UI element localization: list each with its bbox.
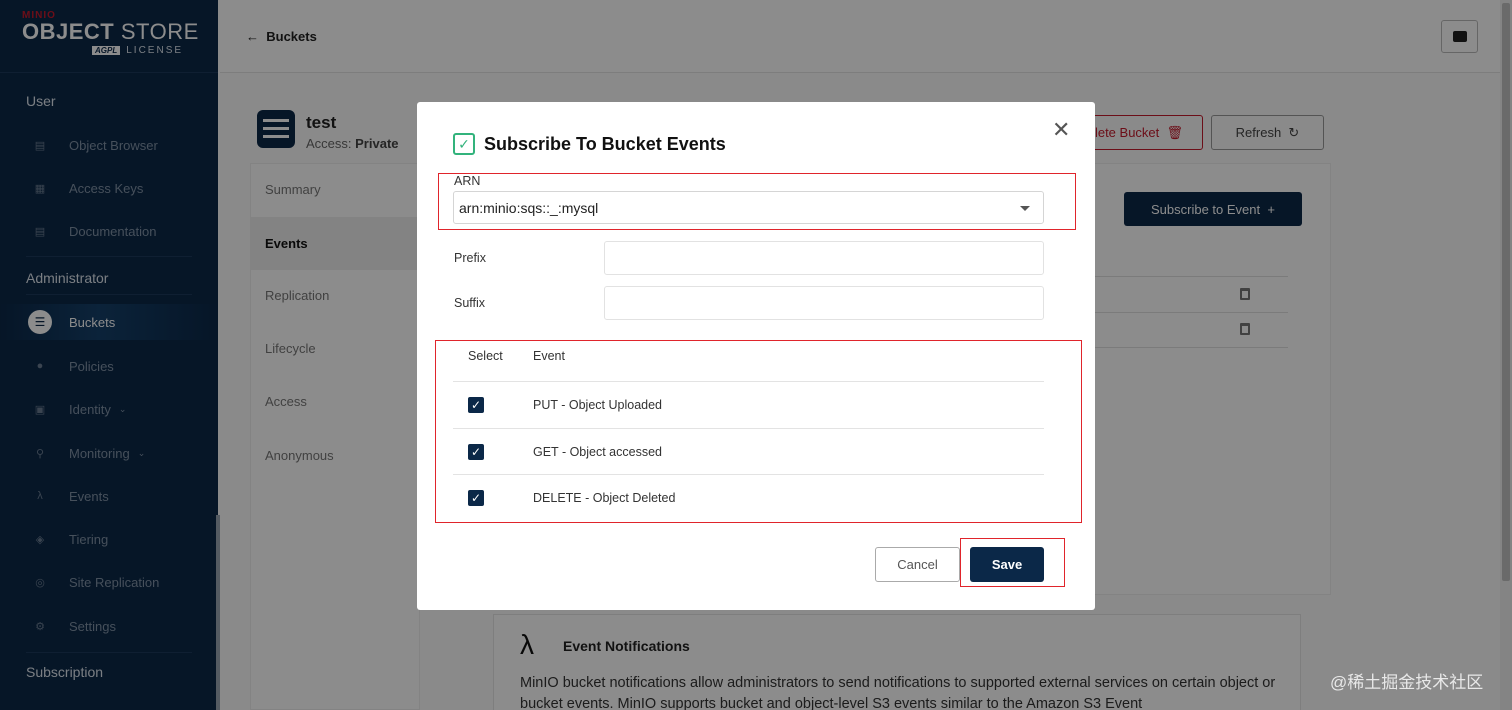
checkbox-get[interactable]: ✓ <box>468 444 484 460</box>
arn-select[interactable]: arn:minio:sqs::_:mysql <box>453 191 1044 224</box>
event-delete-label: DELETE - Object Deleted <box>533 491 676 505</box>
close-icon[interactable]: ✕ <box>1052 117 1070 143</box>
modal-title: Subscribe To Bucket Events <box>484 134 726 154</box>
suffix-label: Suffix <box>454 296 486 310</box>
event-put-label: PUT - Object Uploaded <box>533 398 662 412</box>
subscribe-events-modal: ✓ Subscribe To Bucket Events ✕ ARN arn:m… <box>417 102 1095 610</box>
event-get-label: GET - Object accessed <box>533 445 662 459</box>
arn-label: ARN <box>454 174 481 188</box>
suffix-input[interactable] <box>604 286 1044 320</box>
table-divider <box>453 474 1044 475</box>
prefix-label: Prefix <box>454 251 486 265</box>
table-divider <box>453 428 1044 429</box>
cancel-button[interactable]: Cancel <box>875 547 960 582</box>
caret-down-icon <box>1020 206 1030 211</box>
column-header-event: Event <box>533 349 565 363</box>
save-button[interactable]: Save <box>970 547 1044 582</box>
table-divider <box>453 381 1044 382</box>
column-header-select: Select <box>468 349 503 363</box>
checkbox-put[interactable]: ✓ <box>468 397 484 413</box>
watermark: @稀土掘金技术社区 <box>1330 673 1484 692</box>
prefix-input[interactable] <box>604 241 1044 275</box>
checkbox-delete[interactable]: ✓ <box>468 490 484 506</box>
calendar-check-icon: ✓ <box>453 133 475 155</box>
